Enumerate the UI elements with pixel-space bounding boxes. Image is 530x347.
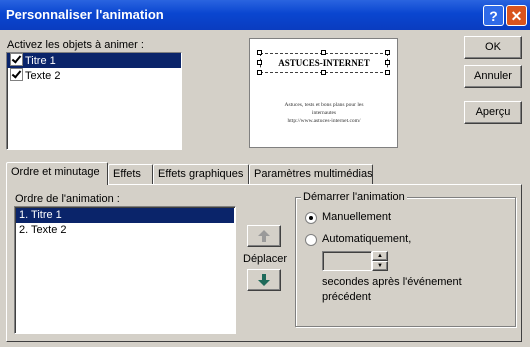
cancel-button[interactable]: Annuler: [464, 65, 522, 88]
ok-button[interactable]: OK: [464, 36, 522, 59]
seconds-label-line2: précédent: [322, 291, 371, 303]
objects-label: Activez les objets à animer :: [7, 39, 144, 51]
tab-parametres-multimedias[interactable]: Paramètres multimédias: [249, 164, 373, 184]
spin-down-button[interactable]: ▼: [372, 261, 388, 271]
arrow-up-icon: [258, 230, 270, 242]
window-title: Personnaliser l'animation: [6, 7, 164, 22]
move-label: Déplacer: [243, 253, 288, 265]
resize-handle: [321, 50, 326, 55]
manual-label[interactable]: Manuellement: [322, 211, 391, 223]
order-list[interactable]: 1. Titre 1 2. Texte 2: [14, 206, 236, 334]
object-item-label: Texte 2: [25, 70, 61, 82]
help-button[interactable]: ?: [483, 5, 504, 26]
chevron-up-icon: ▲: [377, 253, 383, 259]
object-item-texte-2[interactable]: Texte 2: [7, 68, 181, 83]
preview-body-line: http://www.astuces-internet.com/: [287, 118, 361, 124]
auto-radio[interactable]: [305, 234, 317, 246]
chevron-down-icon: ▼: [377, 263, 383, 269]
move-down-button[interactable]: [247, 269, 281, 291]
tab-ordre-minutage[interactable]: Ordre et minutage: [6, 162, 108, 185]
start-animation-legend: Démarrer l'animation: [301, 191, 407, 203]
seconds-spinner[interactable]: ▲ ▼: [372, 251, 388, 271]
order-item-2[interactable]: 2. Texte 2: [16, 223, 234, 238]
preview-body: Astuces, tests et bons plans pour les in…: [260, 101, 388, 125]
preview-body-line: Astuces, tests et bons plans pour les: [284, 102, 364, 108]
preview-body-line: internautes: [311, 110, 337, 116]
arrow-down-icon: [258, 274, 270, 286]
tab-effets[interactable]: Effets: [108, 164, 153, 184]
checkbox-texte-2[interactable]: [10, 68, 23, 81]
resize-handle: [385, 70, 390, 75]
spin-up-button[interactable]: ▲: [372, 251, 388, 261]
objects-list[interactable]: Titre 1 Texte 2: [6, 52, 182, 150]
resize-handle: [257, 50, 262, 55]
tab-effets-graphiques[interactable]: Effets graphiques: [153, 164, 249, 184]
checkbox-titre-1[interactable]: [10, 53, 23, 66]
question-icon: ?: [489, 8, 498, 24]
manual-radio[interactable]: [305, 212, 317, 224]
seconds-input[interactable]: [322, 251, 372, 271]
close-icon: ✕: [510, 8, 523, 24]
order-item-1[interactable]: 1. Titre 1: [16, 208, 234, 223]
resize-handle: [257, 70, 262, 75]
slide-preview: ASTUCES-INTERNET Astuces, tests et bons …: [249, 38, 398, 148]
resize-handle: [321, 70, 326, 75]
object-item-label: Titre 1: [25, 55, 56, 67]
resize-handle: [257, 60, 262, 65]
object-item-titre-1[interactable]: Titre 1: [7, 53, 181, 68]
resize-handle: [385, 60, 390, 65]
auto-label[interactable]: Automatiquement,: [322, 233, 411, 245]
radio-selected-dot: [309, 216, 313, 220]
close-button[interactable]: ✕: [506, 5, 527, 26]
move-up-button[interactable]: [247, 225, 281, 247]
seconds-label-line1: secondes après l'événement: [322, 276, 462, 288]
preview-button[interactable]: Aperçu: [464, 101, 522, 124]
resize-handle: [385, 50, 390, 55]
order-label: Ordre de l'animation :: [15, 193, 120, 205]
